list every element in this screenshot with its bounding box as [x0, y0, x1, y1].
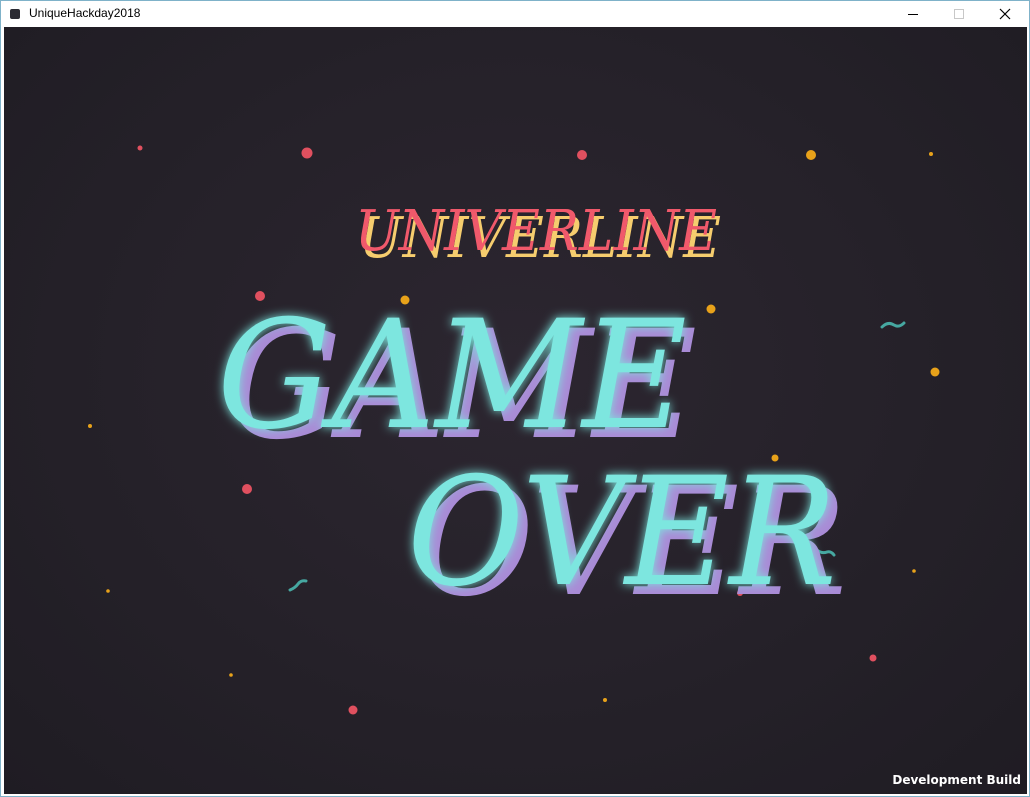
maximize-icon: [954, 9, 964, 19]
particle: [806, 150, 816, 160]
particle: [929, 152, 933, 156]
particle: [348, 705, 358, 715]
maximize-button[interactable]: [936, 1, 982, 27]
close-icon: [999, 8, 1011, 20]
particle: [229, 673, 233, 677]
particle: [912, 569, 916, 573]
particle: [930, 367, 940, 377]
minimize-icon: [908, 14, 918, 15]
game-logo: UNIVERLINE UNIVERLINE: [355, 199, 721, 271]
app-icon: [10, 9, 20, 19]
game-over-line-2: OVER OVER: [407, 446, 847, 630]
particle: [88, 424, 92, 428]
minimize-button[interactable]: [890, 1, 936, 27]
particle: [301, 147, 313, 159]
development-build-label: Development Build: [892, 773, 1021, 787]
particle-squiggle: [288, 579, 308, 592]
particle: [706, 304, 716, 314]
particle: [242, 484, 252, 494]
logo-text: UNIVERLINE: [355, 199, 717, 264]
close-button[interactable]: [982, 1, 1028, 27]
game-scene: UNIVERLINE UNIVERLINE GAME GAME OVER OVE…: [88, 145, 940, 715]
window-title: UniqueHackday2018: [29, 6, 141, 20]
headline-game: GAME: [217, 289, 687, 463]
title-bar[interactable]: UniqueHackday2018: [1, 1, 1029, 27]
game-viewport[interactable]: UNIVERLINE UNIVERLINE GAME GAME OVER OVE…: [4, 27, 1027, 794]
particle: [603, 698, 607, 702]
particle: [577, 150, 587, 160]
particle: [869, 654, 877, 662]
particle: [137, 145, 143, 151]
particle: [106, 589, 110, 593]
particle-squiggle: [880, 321, 906, 329]
app-window: UniqueHackday2018 UNIVERLINE UNIVERLINE …: [0, 0, 1030, 797]
headline-over: OVER: [407, 446, 837, 620]
